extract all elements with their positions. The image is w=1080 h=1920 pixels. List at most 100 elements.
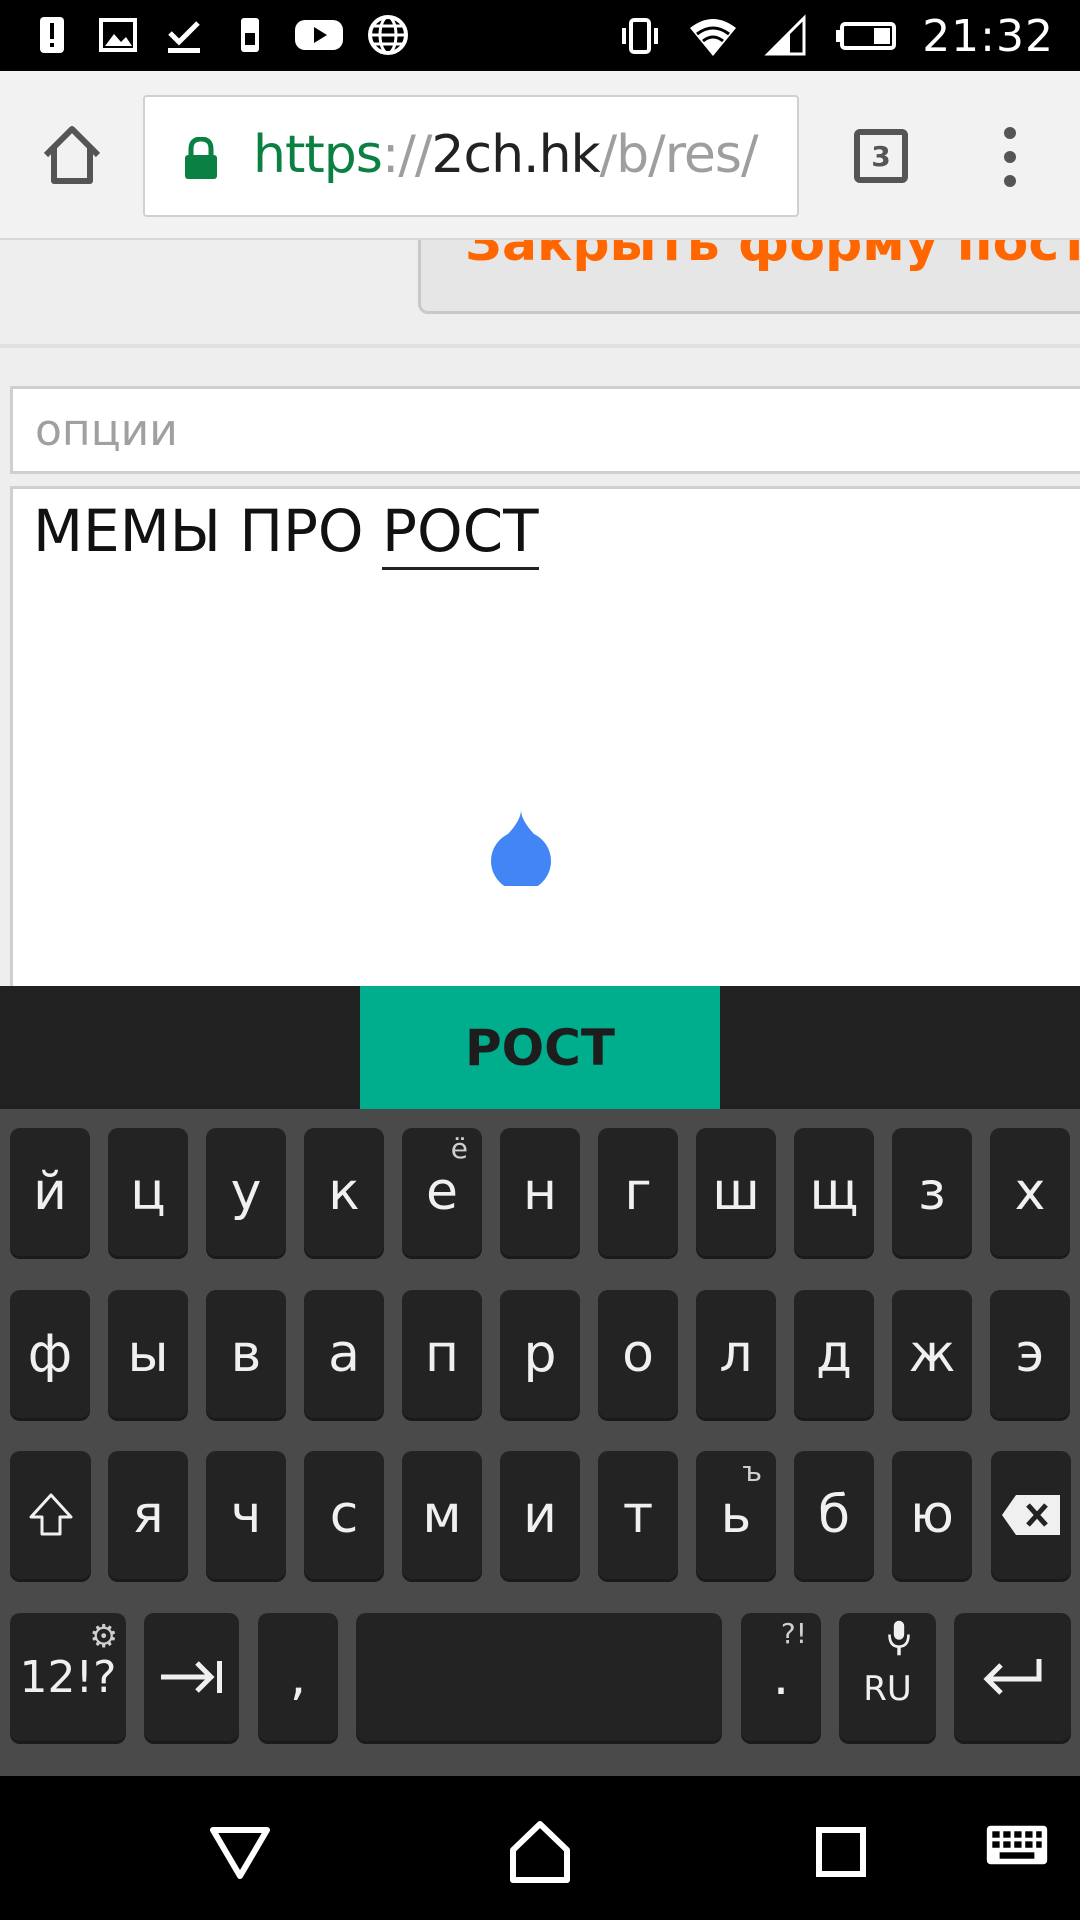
key-е[interactable]: её — [402, 1128, 482, 1256]
recents-square-icon[interactable] — [805, 1816, 875, 1886]
key-label: х — [1014, 1162, 1046, 1222]
shift-icon — [29, 1493, 72, 1536]
status-bar-notifications — [30, 10, 410, 60]
key-э[interactable]: э — [990, 1290, 1070, 1418]
language-key[interactable]: RU — [839, 1613, 936, 1741]
key-у[interactable]: у — [206, 1128, 286, 1256]
url-path: /b/res/ — [599, 125, 759, 185]
key-т[interactable]: т — [598, 1451, 678, 1579]
url-scheme: https — [253, 125, 383, 185]
post-textarea[interactable]: МЕМЫ ПРО РОСТ — [10, 486, 1080, 986]
browser-toolbar: https://2ch.hk/b/res/ 3 — [0, 71, 1080, 240]
key-й[interactable]: й — [10, 1128, 90, 1256]
space-key[interactable] — [356, 1613, 722, 1741]
key-и[interactable]: и — [500, 1451, 580, 1579]
battery-icon — [834, 14, 897, 58]
key-label: в — [230, 1324, 262, 1384]
url-host: 2ch.hk — [431, 125, 600, 185]
key-н[interactable]: н — [500, 1128, 580, 1256]
key-label: я — [132, 1485, 164, 1545]
globe-icon — [366, 13, 410, 57]
text-cursor-handle[interactable] — [490, 806, 552, 892]
key-label: к — [328, 1162, 360, 1222]
language-label: RU — [863, 1669, 912, 1709]
url-separator: :// — [381, 125, 433, 185]
navigation-bar — [0, 1776, 1080, 1920]
status-bar-system: 21:32 — [618, 8, 1054, 64]
enter-icon — [982, 1659, 1041, 1695]
key-о[interactable]: о — [598, 1290, 678, 1418]
key-д[interactable]: д — [794, 1290, 874, 1418]
period-key[interactable]: . ?! — [741, 1613, 821, 1741]
key-з[interactable]: з — [892, 1128, 972, 1256]
url-text: https://2ch.hk/b/res/ — [253, 125, 759, 185]
home-circle-icon[interactable] — [505, 1816, 575, 1886]
backspace-key[interactable] — [991, 1451, 1071, 1579]
download-done-icon — [162, 13, 206, 57]
key-label: й — [33, 1162, 67, 1222]
key-label: м — [422, 1485, 462, 1545]
comma-key[interactable]: , — [258, 1613, 338, 1741]
lock-icon — [183, 136, 219, 181]
key-label: ь — [720, 1485, 752, 1545]
shift-key[interactable] — [10, 1451, 91, 1579]
overflow-menu-icon[interactable] — [990, 127, 1030, 187]
key-ю[interactable]: ю — [892, 1451, 972, 1579]
key-я[interactable]: я — [108, 1451, 188, 1579]
period-label: . — [772, 1647, 790, 1707]
symbols-key[interactable]: 12!? ⚙ — [10, 1613, 126, 1741]
key-м[interactable]: м — [402, 1451, 482, 1579]
tab-switcher-button[interactable]: 3 — [854, 129, 908, 183]
key-ц[interactable]: ц — [108, 1128, 188, 1256]
post-text-prefix: МЕМЫ ПРО — [33, 497, 383, 565]
status-bar: 21:32 — [0, 0, 1080, 71]
key-label: л — [719, 1324, 753, 1384]
key-label: э — [1015, 1324, 1045, 1384]
key-label: ж — [908, 1324, 956, 1384]
key-ч[interactable]: ч — [206, 1451, 286, 1579]
key-ф[interactable]: ф — [10, 1290, 90, 1418]
key-р[interactable]: р — [500, 1290, 580, 1418]
key-к[interactable]: к — [304, 1128, 384, 1256]
sim-icon — [228, 13, 272, 57]
key-ы[interactable]: ы — [108, 1290, 188, 1418]
key-щ[interactable]: щ — [794, 1128, 874, 1256]
key-label: ш — [712, 1162, 760, 1222]
key-label: у — [230, 1162, 262, 1222]
key-label: ю — [910, 1485, 954, 1545]
key-label: ы — [127, 1324, 169, 1384]
vibrate-icon — [618, 14, 662, 58]
key-п[interactable]: п — [402, 1290, 482, 1418]
key-label: п — [425, 1324, 459, 1384]
key-б[interactable]: б — [794, 1451, 874, 1579]
key-ш[interactable]: ш — [696, 1128, 776, 1256]
tab-key[interactable] — [144, 1613, 239, 1741]
key-л[interactable]: л — [696, 1290, 776, 1418]
key-ж[interactable]: ж — [892, 1290, 972, 1418]
back-triangle-icon[interactable] — [205, 1816, 275, 1886]
key-г[interactable]: г — [598, 1128, 678, 1256]
key-label: н — [523, 1162, 557, 1222]
close-post-form-button[interactable]: Закрыть форму пости — [418, 240, 1080, 314]
tab-count: 3 — [871, 139, 891, 173]
url-bar[interactable]: https://2ch.hk/b/res/ — [143, 95, 799, 217]
key-label: ф — [27, 1324, 73, 1384]
options-input[interactable]: опции — [10, 386, 1080, 474]
key-label: т — [622, 1485, 654, 1545]
key-а[interactable]: а — [304, 1290, 384, 1418]
key-label: г — [624, 1162, 652, 1222]
keyboard-switch-icon[interactable] — [985, 1822, 1055, 1892]
suggestion-word[interactable]: РОСТ — [360, 986, 720, 1109]
key-ь[interactable]: ьъ — [696, 1451, 776, 1579]
key-label: с — [329, 1485, 359, 1545]
key-в[interactable]: в — [206, 1290, 286, 1418]
key-с[interactable]: с — [304, 1451, 384, 1579]
enter-key[interactable] — [954, 1613, 1071, 1741]
key-label: а — [328, 1324, 360, 1384]
close-post-form-label: Закрыть форму пости — [465, 240, 1080, 273]
options-placeholder: опции — [35, 405, 178, 456]
post-text-current-word: РОСТ — [382, 497, 539, 570]
key-х[interactable]: х — [990, 1128, 1070, 1256]
home-icon[interactable] — [38, 121, 106, 189]
symbols-label: 12!? — [19, 1651, 117, 1703]
